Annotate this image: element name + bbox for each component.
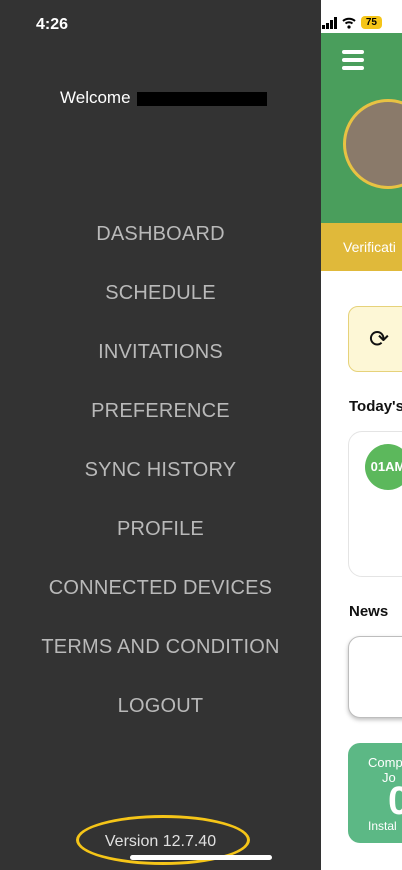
drawer-menu: DASHBOARD SCHEDULE INVITATIONS PREFERENC… [0,219,321,750]
schedule-card[interactable]: 01AM [348,431,402,577]
today-heading: Today's [349,398,402,415]
menu-item-connected-devices[interactable]: CONNECTED DEVICES [0,573,321,632]
welcome-message: Welcome [60,88,267,108]
menu-item-profile[interactable]: PROFILE [0,514,321,573]
sync-icon: ⟳ [369,326,390,353]
stat-label-bottom: Instal [368,819,397,833]
battery-icon: 75 [360,16,382,29]
menu-item-terms[interactable]: TERMS AND CONDITION [0,632,321,691]
menu-item-preference[interactable]: PREFERENCE [0,396,321,455]
schedule-time-badge: 01AM [365,444,402,490]
menu-item-sync-history[interactable]: SYNC HISTORY [0,455,321,514]
redacted-username [136,91,267,106]
completed-jobs-card[interactable]: Comp Jo 0 Instal [348,743,402,843]
menu-item-dashboard[interactable]: DASHBOARD [0,219,321,278]
welcome-label: Welcome [60,88,131,107]
stat-label-top: Comp [368,755,402,770]
menu-item-schedule[interactable]: SCHEDULE [0,278,321,337]
news-heading: News [349,603,389,620]
stat-value: 0 [388,779,402,823]
status-time: 4:26 [36,16,69,33]
menu-item-logout[interactable]: LOGOUT [0,691,321,750]
main-screen-background: 75 Verificati ⟳ Today's 01AM News Comp J… [321,0,402,870]
sync-button[interactable]: ⟳ [348,306,402,372]
verification-banner[interactable]: Verificati [321,223,402,271]
wifi-icon [342,17,356,29]
hamburger-menu-icon[interactable] [342,50,364,74]
navigation-drawer: 4:26 Welcome DASHBOARD SCHEDULE INVITATI… [0,0,321,870]
menu-item-invitations[interactable]: INVITATIONS [0,337,321,396]
status-icons: 75 [321,16,382,29]
signal-icon [321,16,337,29]
home-indicator[interactable] [130,855,272,860]
news-card[interactable] [348,636,402,718]
